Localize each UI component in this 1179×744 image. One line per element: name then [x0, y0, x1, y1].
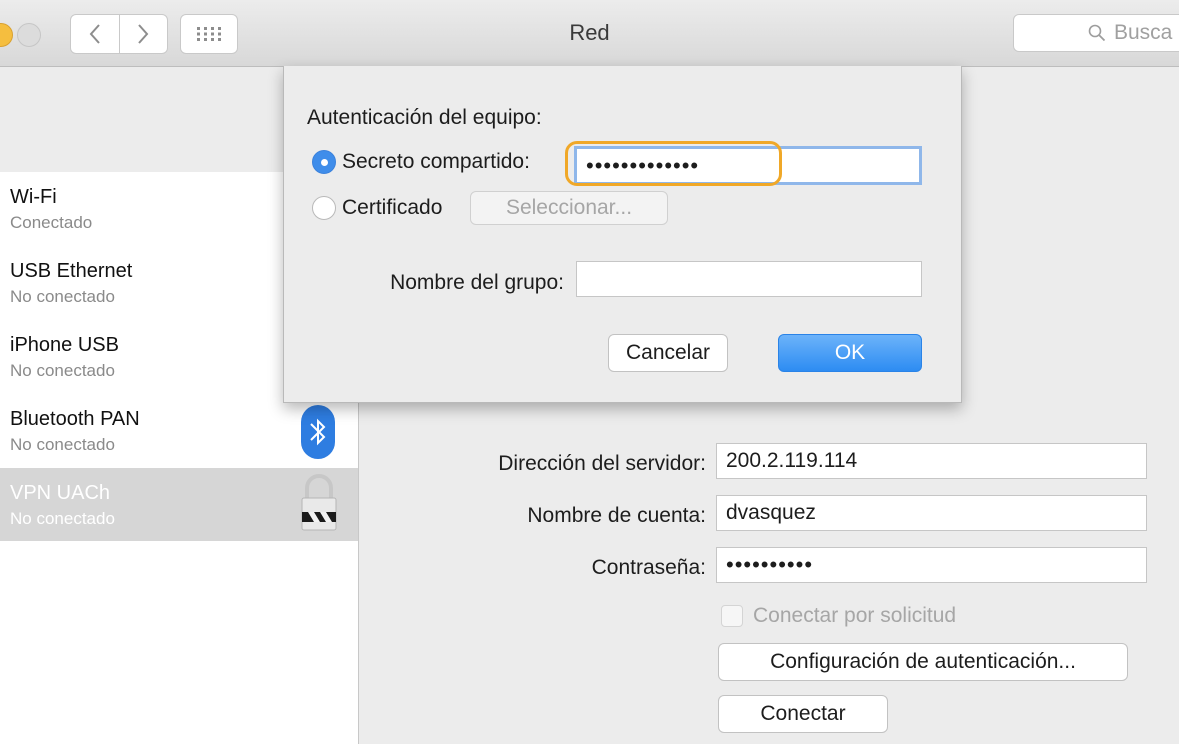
- sheet-title: Autenticación del equipo:: [307, 106, 542, 129]
- service-status: Conectado: [10, 213, 93, 232]
- shared-secret-radio[interactable]: [312, 150, 336, 174]
- cancel-button[interactable]: Cancelar: [608, 334, 728, 372]
- server-address-field[interactable]: 200.2.119.114: [716, 443, 1147, 479]
- group-name-label: Nombre del grupo:: [390, 271, 564, 294]
- group-name-field[interactable]: [576, 261, 922, 297]
- service-name: iPhone USB: [10, 334, 119, 356]
- service-name: VPN UACh: [10, 482, 111, 504]
- server-address-label: Dirección del servidor:: [498, 452, 706, 475]
- machine-authentication-sheet: Autenticación del equipo: Secreto compar…: [283, 66, 962, 403]
- service-item-bluetooth-pan[interactable]: Bluetooth PAN No conectado: [0, 394, 358, 467]
- service-name: USB Ethernet: [10, 260, 133, 282]
- authentication-settings-button[interactable]: Configuración de autenticación...: [718, 643, 1128, 681]
- certificate-radio[interactable]: [312, 196, 336, 220]
- shared-secret-field[interactable]: •••••••••••••: [574, 146, 922, 185]
- service-status: No conectado: [10, 287, 115, 306]
- search-field[interactable]: Busca: [1013, 14, 1179, 52]
- search-placeholder: Busca: [1114, 21, 1173, 44]
- title-bar: Red Busca: [0, 0, 1179, 67]
- connect-on-demand-row: Conectar por solicitud: [721, 604, 956, 628]
- account-name-field[interactable]: dvasquez: [716, 495, 1147, 531]
- vpn-lock-icon: [301, 474, 337, 531]
- window-title: Red: [569, 20, 610, 45]
- service-name: Wi-Fi: [10, 186, 57, 208]
- service-item-vpn-uach[interactable]: VPN UACh No conectado: [0, 468, 358, 541]
- bluetooth-icon: [301, 405, 335, 459]
- service-status: No conectado: [10, 361, 115, 380]
- certificate-option[interactable]: Certificado: [312, 196, 442, 220]
- search-icon: [1088, 24, 1106, 42]
- service-status: No conectado: [10, 435, 115, 454]
- connect-button[interactable]: Conectar: [718, 695, 888, 733]
- password-field[interactable]: ••••••••••: [716, 547, 1147, 583]
- password-label: Contraseña:: [591, 556, 706, 579]
- connect-on-demand-checkbox[interactable]: [721, 605, 743, 627]
- certificate-label: Certificado: [342, 196, 443, 219]
- select-certificate-button[interactable]: Seleccionar...: [470, 191, 668, 225]
- shared-secret-label: Secreto compartido:: [342, 150, 530, 173]
- service-status: No conectado: [10, 509, 115, 528]
- service-name: Bluetooth PAN: [10, 408, 140, 430]
- account-name-label: Nombre de cuenta:: [527, 504, 706, 527]
- shared-secret-option[interactable]: Secreto compartido:: [312, 150, 530, 174]
- connect-on-demand-label: Conectar por solicitud: [753, 604, 957, 627]
- ok-button[interactable]: OK: [778, 334, 922, 372]
